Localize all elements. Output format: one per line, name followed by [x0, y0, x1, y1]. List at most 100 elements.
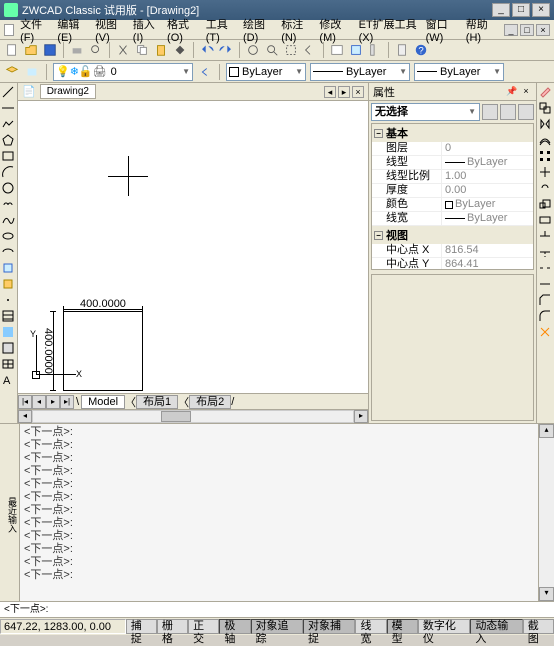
break-icon[interactable] — [538, 261, 552, 275]
polygon-icon[interactable] — [1, 133, 15, 147]
save-icon[interactable] — [42, 42, 58, 58]
menu-dimension[interactable]: 标注(N) — [281, 16, 311, 44]
category-view[interactable]: −视图 — [372, 226, 533, 244]
tab-prev-button[interactable]: ◂ — [32, 395, 46, 409]
prop-thickness-value[interactable]: 0.00 — [442, 184, 533, 198]
scroll-down-button[interactable]: ▾ — [539, 587, 554, 601]
menu-window[interactable]: 窗口(W) — [426, 16, 458, 44]
copy-obj-icon[interactable] — [538, 101, 552, 115]
layout1-tab[interactable]: 布局1 — [136, 395, 178, 409]
prop-cx-value[interactable]: 816.54 — [442, 244, 533, 258]
toggle-pickadd-icon[interactable] — [518, 104, 534, 120]
prop-cy-value[interactable]: 864.41 — [442, 258, 533, 270]
menu-tools[interactable]: 工具(T) — [206, 16, 235, 44]
properties-icon[interactable] — [329, 42, 345, 58]
quick-select-icon[interactable] — [482, 104, 498, 120]
new-icon[interactable] — [4, 42, 20, 58]
tab-close-button[interactable]: × — [352, 86, 364, 98]
design-center-icon[interactable] — [348, 42, 364, 58]
panel-close-button[interactable]: × — [520, 86, 532, 98]
rectangle-icon[interactable] — [1, 149, 15, 163]
tab-left-button[interactable]: ◂ — [324, 86, 336, 98]
menu-edit[interactable]: 编辑(E) — [57, 16, 87, 44]
menu-view[interactable]: 视图(V) — [95, 16, 125, 44]
zoom-window-icon[interactable] — [283, 42, 299, 58]
cut-icon[interactable] — [115, 42, 131, 58]
coordinates-display[interactable]: 647.22, 1283.00, 0.00 — [0, 619, 126, 634]
xline-icon[interactable] — [1, 101, 15, 115]
join-icon[interactable] — [538, 277, 552, 291]
lweight-button[interactable]: 线宽 — [355, 619, 386, 634]
grid-button[interactable]: 栅格 — [157, 619, 188, 634]
mdi-minimize-button[interactable]: _ — [504, 24, 518, 36]
erase-icon[interactable] — [538, 85, 552, 99]
ellipse-arc-icon[interactable] — [1, 245, 15, 259]
scroll-left-button[interactable]: ◂ — [18, 410, 32, 423]
linetype-combo[interactable]: ByLayer ▼ — [310, 63, 410, 81]
mirror-icon[interactable] — [538, 117, 552, 131]
spline-icon[interactable] — [1, 213, 15, 227]
menu-file[interactable]: 文件(F) — [20, 16, 49, 44]
chamfer-icon[interactable] — [538, 293, 552, 307]
scroll-thumb[interactable] — [161, 411, 191, 422]
open-icon[interactable] — [23, 42, 39, 58]
dyn-button[interactable]: 动态输入 — [470, 619, 522, 634]
horizontal-scrollbar[interactable]: ◂ ▸ — [18, 409, 368, 423]
tab-next-button[interactable]: ▸ — [46, 395, 60, 409]
menu-format[interactable]: 格式(O) — [167, 16, 198, 44]
region-icon[interactable] — [1, 341, 15, 355]
line-icon[interactable] — [1, 85, 15, 99]
ortho-button[interactable]: 正交 — [188, 619, 219, 634]
help-icon[interactable]: ? — [413, 42, 429, 58]
scale-icon[interactable] — [538, 197, 552, 211]
layout2-tab[interactable]: 布局2 — [189, 395, 231, 409]
otrack-button[interactable]: 对象追踪 — [251, 619, 303, 634]
extend-icon[interactable] — [538, 245, 552, 259]
layer-states-icon[interactable] — [24, 64, 40, 80]
polar-button[interactable]: 极轴 — [219, 619, 250, 634]
table-icon[interactable] — [1, 357, 15, 371]
document-tab[interactable]: Drawing2 — [40, 84, 96, 99]
polyline-icon[interactable] — [1, 117, 15, 131]
tool-palettes-icon[interactable] — [367, 42, 383, 58]
layer-prev-icon[interactable] — [197, 64, 213, 80]
mtext-icon[interactable]: A — [1, 373, 15, 387]
redo-icon[interactable] — [218, 42, 234, 58]
select-objects-icon[interactable] — [500, 104, 516, 120]
panel-pin-button[interactable]: 📌 — [506, 86, 518, 98]
undo-icon[interactable] — [199, 42, 215, 58]
lineweight-combo[interactable]: ByLayer ▼ — [414, 63, 504, 81]
layer-manager-icon[interactable] — [4, 64, 20, 80]
selection-combo[interactable]: 无选择 ▼ — [371, 103, 480, 121]
prop-linetype-value[interactable]: ByLayer — [442, 156, 533, 170]
zoom-icon[interactable] — [264, 42, 280, 58]
prop-ltscale-value[interactable]: 1.00 — [442, 170, 533, 184]
command-history[interactable]: <下一点>: <下一点>: <下一点>: <下一点>: <下一点>: <下一点>… — [20, 424, 538, 601]
revcloud-icon[interactable] — [1, 197, 15, 211]
scroll-up-button[interactable]: ▴ — [539, 424, 554, 438]
tablet-button[interactable]: 数字化仪 — [418, 619, 470, 634]
menu-help[interactable]: 帮助(H) — [466, 16, 496, 44]
ellipse-icon[interactable] — [1, 229, 15, 243]
block-icon[interactable] — [1, 277, 15, 291]
fillet-icon[interactable] — [538, 309, 552, 323]
layer-combo[interactable]: 💡❄🔓🖨 0 ▼ — [53, 63, 193, 81]
prop-layer-value[interactable]: 0 — [442, 142, 533, 156]
print-icon[interactable] — [69, 42, 85, 58]
gradient-icon[interactable] — [1, 325, 15, 339]
point-icon[interactable] — [1, 293, 15, 307]
close-button[interactable]: × — [532, 3, 550, 17]
explode-icon[interactable] — [538, 325, 552, 339]
category-basic[interactable]: −基本 — [372, 124, 533, 142]
offset-icon[interactable] — [538, 133, 552, 147]
menu-insert[interactable]: 插入(I) — [133, 16, 159, 44]
stretch-icon[interactable] — [538, 213, 552, 227]
snap-button[interactable]: 捕捉 — [126, 619, 157, 634]
prop-color-value[interactable]: ByLayer — [442, 198, 533, 212]
array-icon[interactable] — [538, 149, 552, 163]
paste-icon[interactable] — [153, 42, 169, 58]
maximize-button[interactable]: □ — [512, 3, 530, 17]
menu-et[interactable]: ET扩展工具(X) — [359, 16, 418, 44]
rotate-icon[interactable] — [538, 181, 552, 195]
menu-modify[interactable]: 修改(M) — [319, 16, 350, 44]
